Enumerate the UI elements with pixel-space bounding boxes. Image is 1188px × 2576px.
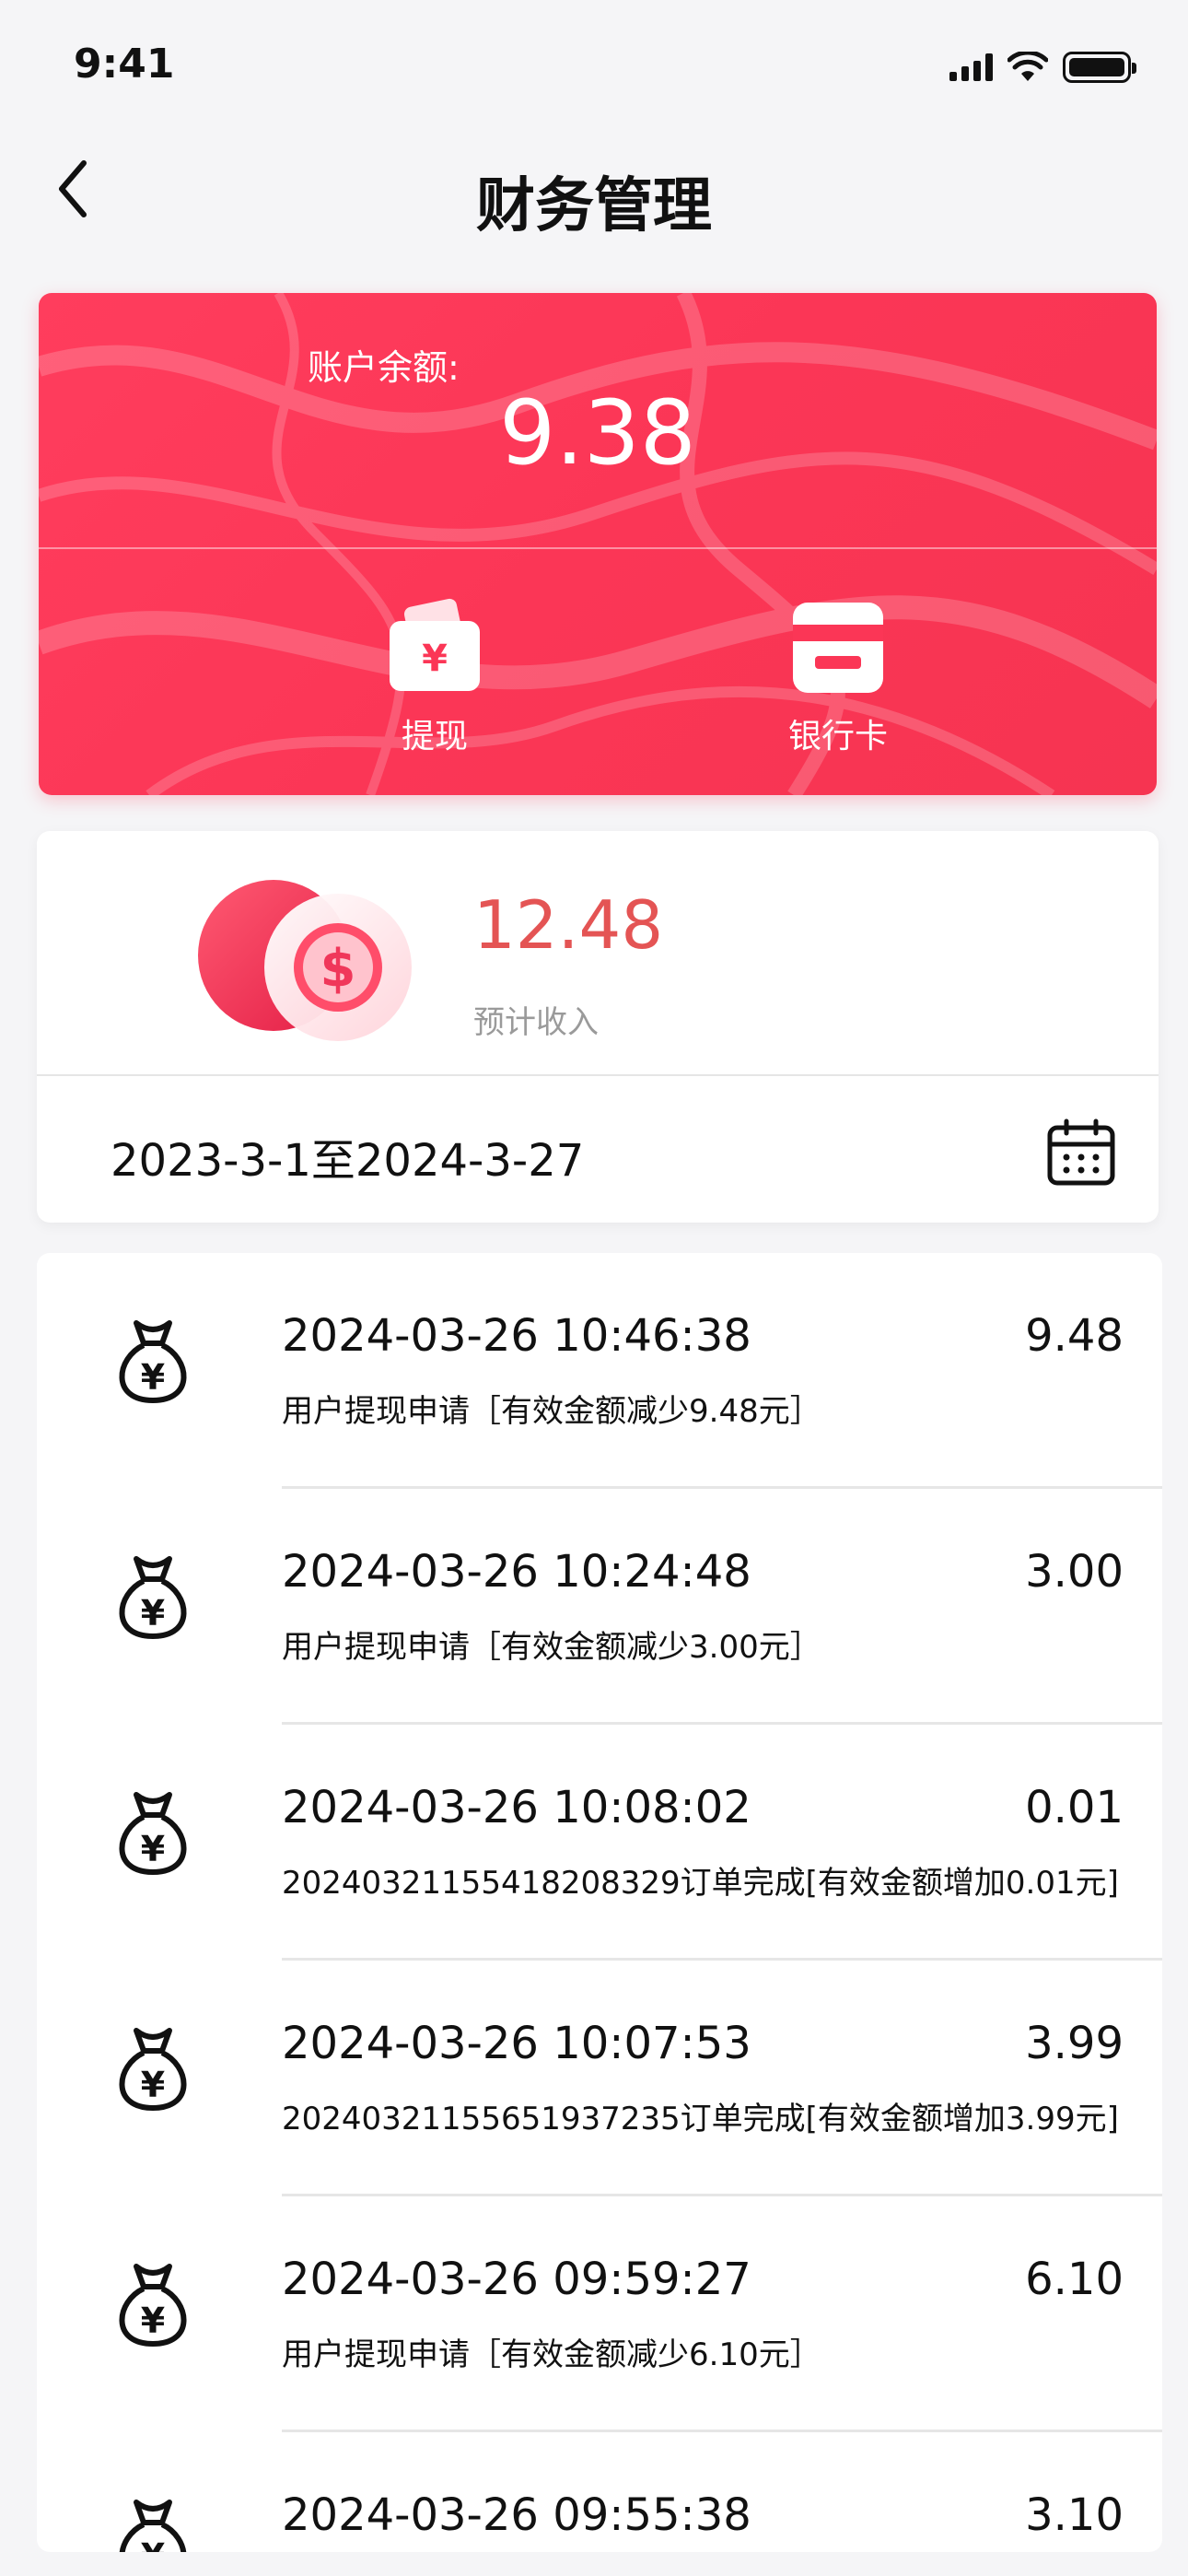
balance-card: 账户余额: 9.38 ¥ 提现 银行卡 <box>39 293 1157 795</box>
record-amount: 3.00 <box>1025 1546 1124 1598</box>
bank-card-button[interactable]: 银行卡 <box>737 597 939 757</box>
money-bag-icon: ¥ <box>119 2500 187 2552</box>
record-row[interactable]: ¥ 2024-03-26 10:07:53 3.99 2024032115565… <box>37 1961 1162 2196</box>
record-description: 20240321155651937235订单完成[有效金额增加3.99元] <box>282 2101 1119 2137</box>
money-bag-icon: ¥ <box>119 1792 187 1875</box>
record-description: 用户提现申请［有效金额减少9.48元］ <box>282 1393 821 1430</box>
money-bag-icon: ¥ <box>119 2028 187 2111</box>
record-row[interactable]: ¥ 2024-03-26 10:08:02 0.01 2024032115541… <box>37 1725 1162 1961</box>
income-value: 12.48 <box>473 886 664 964</box>
wifi-icon <box>1007 52 1048 81</box>
record-row[interactable]: ¥ 2024-03-26 10:24:48 3.00 用户提现申请［有效金额减少… <box>37 1489 1162 1725</box>
records-list: ¥ 2024-03-26 10:46:38 9.48 用户提现申请［有效金额减少… <box>37 1253 1162 2552</box>
record-time: 2024-03-26 09:55:38 <box>282 2489 751 2541</box>
date-range[interactable]: 2023-3-1至2024-3-27 <box>111 1124 584 1188</box>
svg-text:¥: ¥ <box>141 2536 165 2552</box>
svg-text:¥: ¥ <box>141 1357 165 1398</box>
record-description: 用户提现申请［有效金额减少3.00元］ <box>282 1629 821 1666</box>
record-time: 2024-03-26 10:24:48 <box>282 1546 751 1598</box>
record-description: 用户提现申请［有效金额减少6.10元］ <box>282 2336 821 2373</box>
money-bag-icon: ¥ <box>119 1320 187 1403</box>
record-time: 2024-03-26 10:46:38 <box>282 1310 751 1362</box>
withdraw-label: 提现 <box>401 718 468 755</box>
withdraw-button[interactable]: ¥ 提现 <box>333 597 536 757</box>
marble-background <box>39 293 1157 795</box>
calendar-icon <box>1047 1118 1115 1186</box>
record-amount: 0.01 <box>1025 1782 1124 1833</box>
status-bar: 9:41 <box>0 0 1188 138</box>
money-bag-icon: ¥ <box>119 2264 187 2347</box>
record-amount: 6.10 <box>1025 2254 1124 2305</box>
record-amount: 3.99 <box>1025 2018 1124 2069</box>
svg-text:¥: ¥ <box>141 2065 165 2105</box>
svg-text:¥: ¥ <box>141 1829 165 1869</box>
cellular-signal-icon <box>949 53 993 81</box>
record-time: 2024-03-26 10:08:02 <box>282 1782 751 1833</box>
status-time: 9:41 <box>74 41 175 88</box>
record-row[interactable]: ¥ 2024-03-26 09:59:27 6.10 用户提现申请［有效金额减少… <box>37 2196 1162 2432</box>
bank-card-label: 银行卡 <box>787 718 888 755</box>
record-time: 2024-03-26 09:59:27 <box>282 2254 751 2305</box>
record-description: 20240321155418208329订单完成[有效金额增加0.01元] <box>282 1865 1119 1902</box>
dollar-coin-icon: $ <box>198 880 412 1041</box>
svg-text:¥: ¥ <box>422 638 448 680</box>
money-bag-icon: ¥ <box>119 1556 187 1639</box>
record-row[interactable]: ¥ 2024-03-26 10:46:38 9.48 用户提现申请［有效金额减少… <box>37 1253 1162 1489</box>
calendar-button[interactable] <box>1044 1118 1118 1188</box>
income-card: $ 12.48 预计收入 2023-3-1至2024-3-27 <box>37 831 1159 1223</box>
card-divider <box>39 547 1157 549</box>
status-icons <box>949 52 1136 83</box>
record-amount: 3.10 <box>1025 2489 1124 2541</box>
svg-text:¥: ¥ <box>141 1593 165 1633</box>
svg-text:¥: ¥ <box>141 2301 165 2341</box>
record-amount: 9.48 <box>1025 1310 1124 1362</box>
balance-value: 9.38 <box>499 381 696 485</box>
income-divider <box>37 1074 1159 1076</box>
record-row[interactable]: ¥ 2024-03-26 09:55:38 3.10 <box>37 2432 1162 2552</box>
income-label: 预计收入 <box>473 1004 599 1041</box>
svg-text:$: $ <box>320 939 356 999</box>
nav-bar: 财务管理 <box>0 138 1188 240</box>
record-time: 2024-03-26 10:07:53 <box>282 2018 751 2069</box>
wallet-yen-icon: ¥ <box>390 598 480 691</box>
battery-icon <box>1063 52 1136 83</box>
page-title: 财务管理 <box>476 172 712 240</box>
bank-card-icon <box>793 603 883 693</box>
